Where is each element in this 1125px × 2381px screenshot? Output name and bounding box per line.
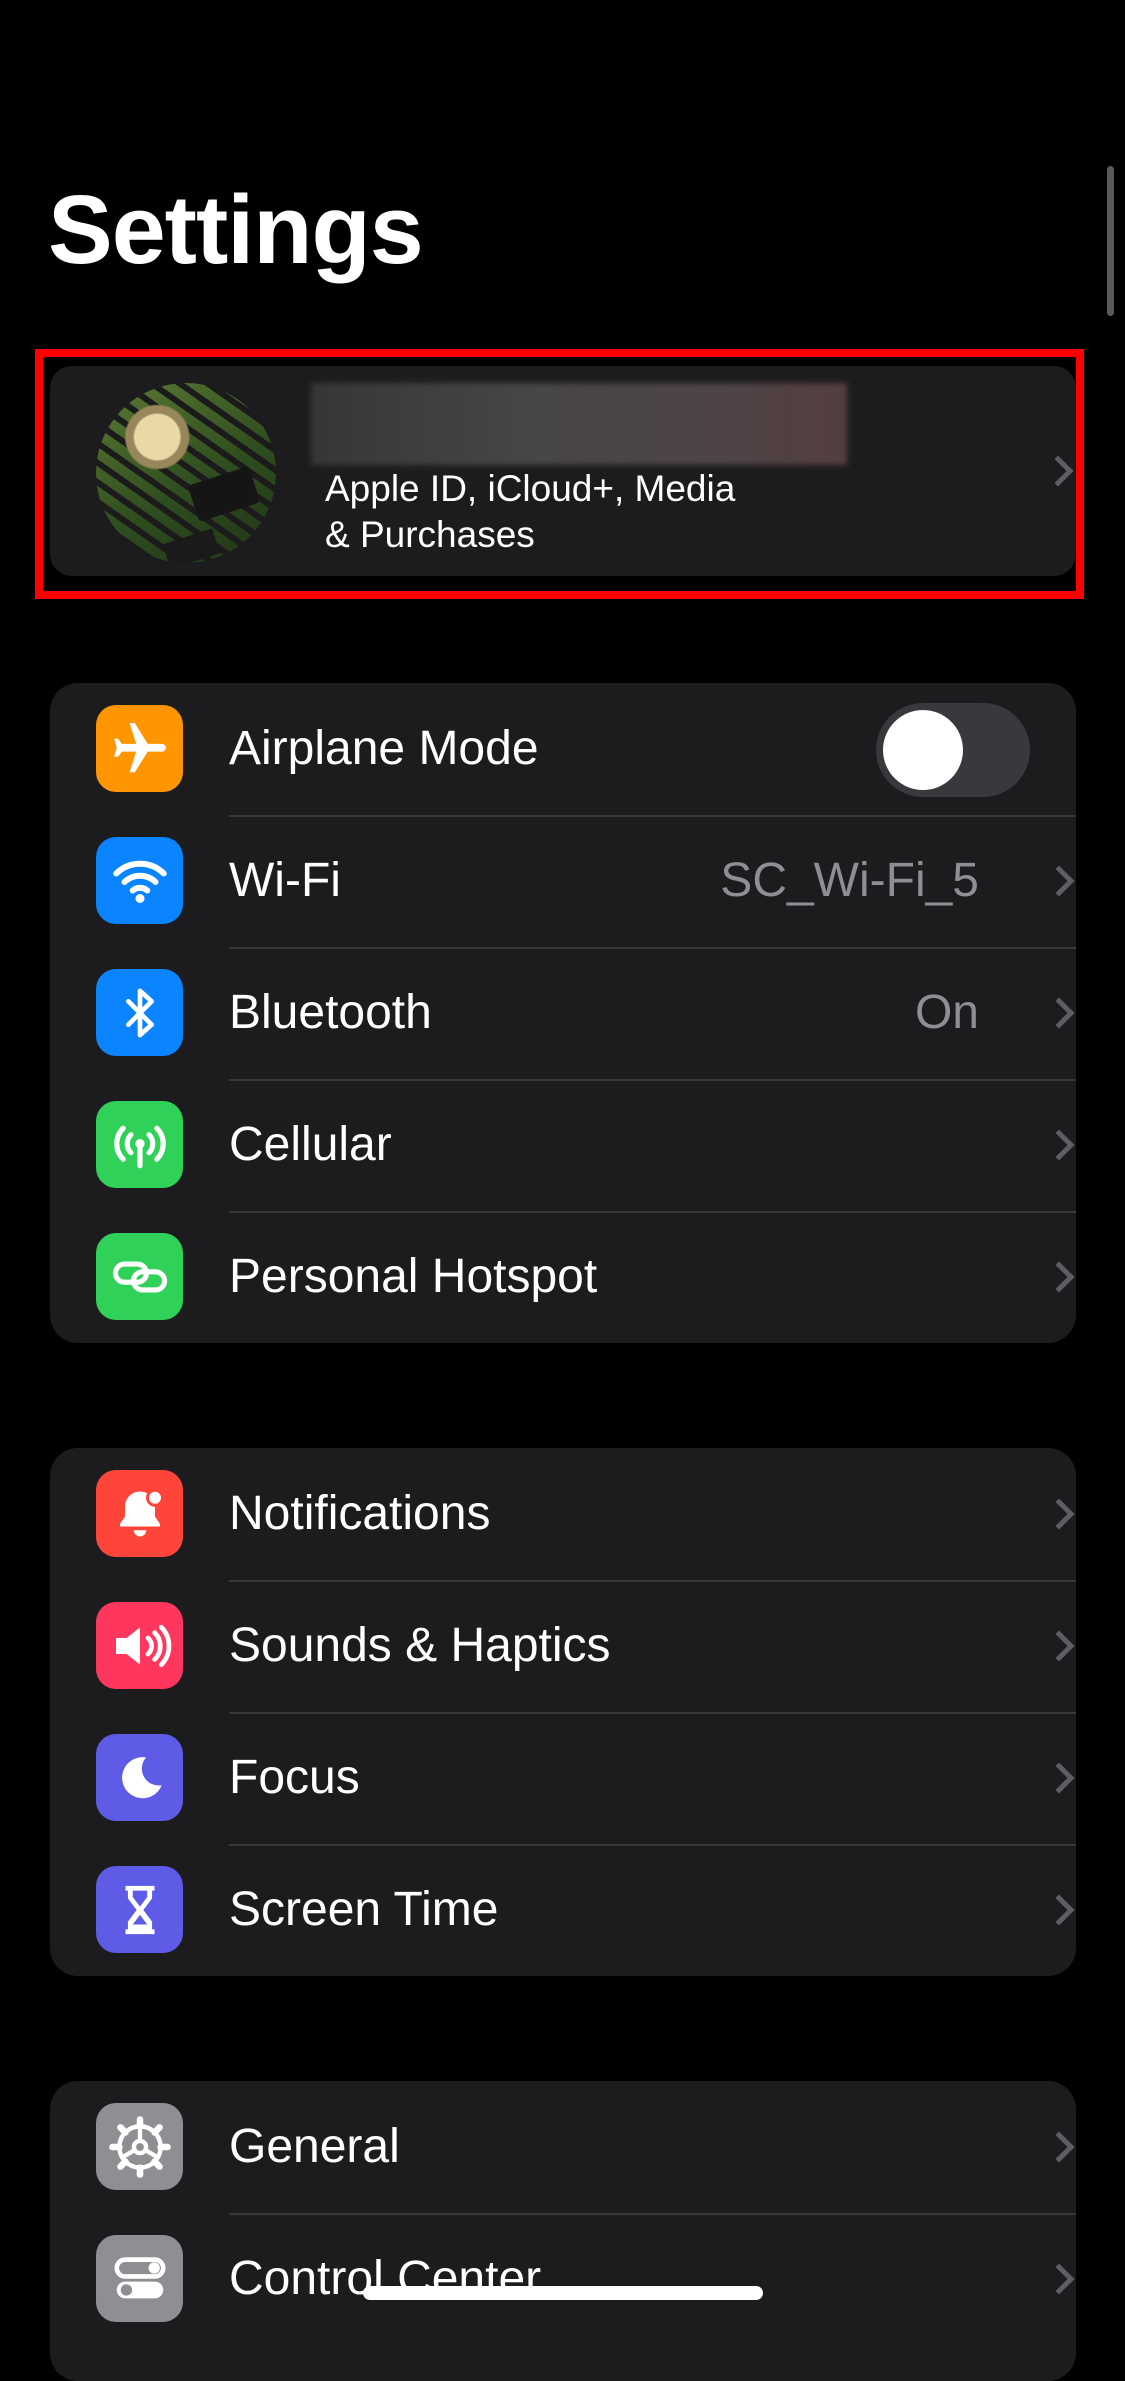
notifications-row[interactable]: Notifications bbox=[50, 1448, 1076, 1580]
screen-time-label: Screen Time bbox=[229, 1883, 499, 1936]
notifications-label: Notifications bbox=[229, 1487, 491, 1540]
page-title: Settings bbox=[48, 175, 424, 284]
chevron-right-icon bbox=[1043, 1261, 1075, 1293]
bluetooth-row[interactable]: Bluetooth On bbox=[50, 947, 1076, 1079]
control-center-row[interactable]: Control Center bbox=[50, 2213, 1076, 2345]
highlight-annotation-box bbox=[35, 349, 1084, 599]
connectivity-group: Airplane Mode Wi-Fi SC_Wi-Fi_5 Bluetooth… bbox=[50, 683, 1076, 1343]
chevron-right-icon bbox=[1043, 1498, 1075, 1530]
bluetooth-icon bbox=[96, 969, 183, 1056]
wifi-icon bbox=[96, 837, 183, 924]
home-indicator[interactable] bbox=[363, 2286, 763, 2300]
chevron-right-icon bbox=[1043, 1630, 1075, 1662]
airplane-mode-label: Airplane Mode bbox=[229, 722, 539, 775]
wifi-label: Wi-Fi bbox=[229, 854, 341, 907]
wifi-row[interactable]: Wi-Fi SC_Wi-Fi_5 bbox=[50, 815, 1076, 947]
chevron-right-icon bbox=[1043, 1762, 1075, 1794]
switches-icon bbox=[96, 2235, 183, 2322]
airplane-icon bbox=[96, 705, 183, 792]
sounds-haptics-row[interactable]: Sounds & Haptics bbox=[50, 1580, 1076, 1712]
chevron-right-icon bbox=[1043, 2131, 1075, 2163]
focus-label: Focus bbox=[229, 1751, 360, 1804]
moon-icon bbox=[96, 1734, 183, 1821]
system-group: General Control Center bbox=[50, 2081, 1076, 2381]
control-center-label: Control Center bbox=[229, 2252, 542, 2305]
chevron-right-icon bbox=[1043, 1894, 1075, 1926]
cellular-row[interactable]: Cellular bbox=[50, 1079, 1076, 1211]
airplane-mode-toggle[interactable] bbox=[876, 703, 1030, 797]
bluetooth-status-value: On bbox=[914, 986, 979, 1039]
bell-icon bbox=[96, 1470, 183, 1557]
airplane-mode-row: Airplane Mode bbox=[50, 683, 1076, 815]
chevron-right-icon bbox=[1043, 997, 1075, 1029]
chevron-right-icon bbox=[1043, 1129, 1075, 1161]
cellular-label: Cellular bbox=[229, 1118, 392, 1171]
screen-time-row[interactable]: Screen Time bbox=[50, 1844, 1076, 1976]
hourglass-icon bbox=[96, 1866, 183, 1953]
general-label: General bbox=[229, 2120, 400, 2173]
scroll-indicator[interactable] bbox=[1107, 166, 1114, 316]
gear-icon bbox=[96, 2103, 183, 2190]
chevron-right-icon bbox=[1043, 2263, 1075, 2295]
alerts-group: Notifications Sounds & Haptics Focus Scr… bbox=[50, 1448, 1076, 1976]
wifi-network-value: SC_Wi-Fi_5 bbox=[720, 854, 979, 907]
personal-hotspot-row[interactable]: Personal Hotspot bbox=[50, 1211, 1076, 1343]
speaker-icon bbox=[96, 1602, 183, 1689]
toggle-knob bbox=[883, 710, 963, 790]
chevron-right-icon bbox=[1043, 865, 1075, 897]
focus-row[interactable]: Focus bbox=[50, 1712, 1076, 1844]
cellular-antenna-icon bbox=[96, 1101, 183, 1188]
general-row[interactable]: General bbox=[50, 2081, 1076, 2213]
hotspot-link-icon bbox=[96, 1233, 183, 1320]
bluetooth-label: Bluetooth bbox=[229, 986, 432, 1039]
sounds-haptics-label: Sounds & Haptics bbox=[229, 1619, 611, 1672]
personal-hotspot-label: Personal Hotspot bbox=[229, 1250, 598, 1303]
